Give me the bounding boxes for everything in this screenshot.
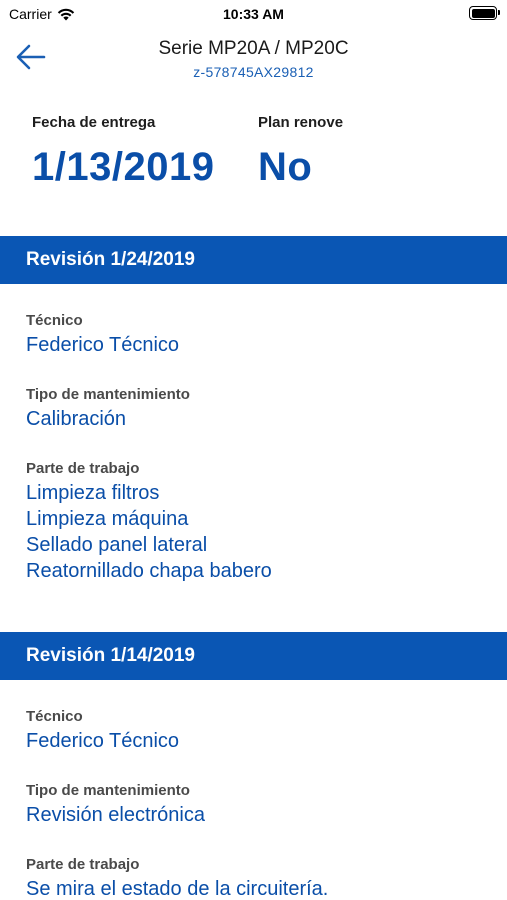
work-order-label: Parte de trabajo (26, 460, 140, 477)
revision-header[interactable]: Revisión 1/14/2019 (0, 632, 507, 680)
renove-plan-value: No (258, 145, 313, 189)
technician-field: Técnico Federico Técnico (26, 708, 179, 754)
delivery-date-block: Fecha de entrega 1/13/2019 (32, 114, 214, 190)
technician-field: Técnico Federico Técnico (26, 312, 179, 358)
work-item: Se mira el estado de la circuitería. (26, 878, 329, 900)
maintenance-type-value: Calibración (26, 408, 127, 430)
work-item: Limpieza filtros (26, 482, 160, 504)
maintenance-type-label: Tipo de mantenimiento (26, 386, 190, 403)
screen: Carrier 10:33 AM Serie MP20A / MP20C z-5… (0, 0, 507, 900)
maintenance-type-value: Revisión electrónica (26, 804, 205, 826)
technician-label: Técnico (26, 312, 83, 329)
maintenance-type-field: Tipo de mantenimiento Calibración (26, 386, 190, 432)
summary-panel: Fecha de entrega 1/13/2019 Plan renove N… (0, 100, 507, 230)
technician-value: Federico Técnico (26, 730, 180, 752)
serial-number: z-578745AX29812 (193, 64, 314, 80)
work-order-label: Parte de trabajo (26, 856, 140, 873)
work-item: Limpieza máquina (26, 508, 189, 530)
technician-value: Federico Técnico (26, 334, 180, 356)
maintenance-type-label: Tipo de mantenimiento (26, 782, 190, 799)
status-time: 10:33 AM (223, 6, 284, 22)
battery-icon (469, 6, 500, 20)
delivery-date-label: Fecha de entrega (32, 114, 156, 131)
work-order-field: Parte de trabajo Se mira el estado de la… (26, 856, 328, 900)
nav-bar: Serie MP20A / MP20C z-578745AX29812 (0, 28, 507, 88)
revision-header[interactable]: Revisión 1/24/2019 (0, 236, 507, 284)
renove-plan-block: Plan renove No (258, 114, 343, 190)
technician-label: Técnico (26, 708, 83, 725)
page-title: Serie MP20A / MP20C (158, 38, 349, 59)
renove-plan-label: Plan renove (258, 114, 344, 131)
work-order-field: Parte de trabajo Limpieza filtros Limpie… (26, 460, 272, 584)
delivery-date-value: 1/13/2019 (32, 145, 215, 189)
work-item: Reatornillado chapa babero (26, 560, 272, 582)
status-bar: Carrier 10:33 AM (0, 0, 507, 28)
work-item: Sellado panel lateral (26, 534, 208, 556)
maintenance-type-field: Tipo de mantenimiento Revisión electróni… (26, 782, 205, 828)
